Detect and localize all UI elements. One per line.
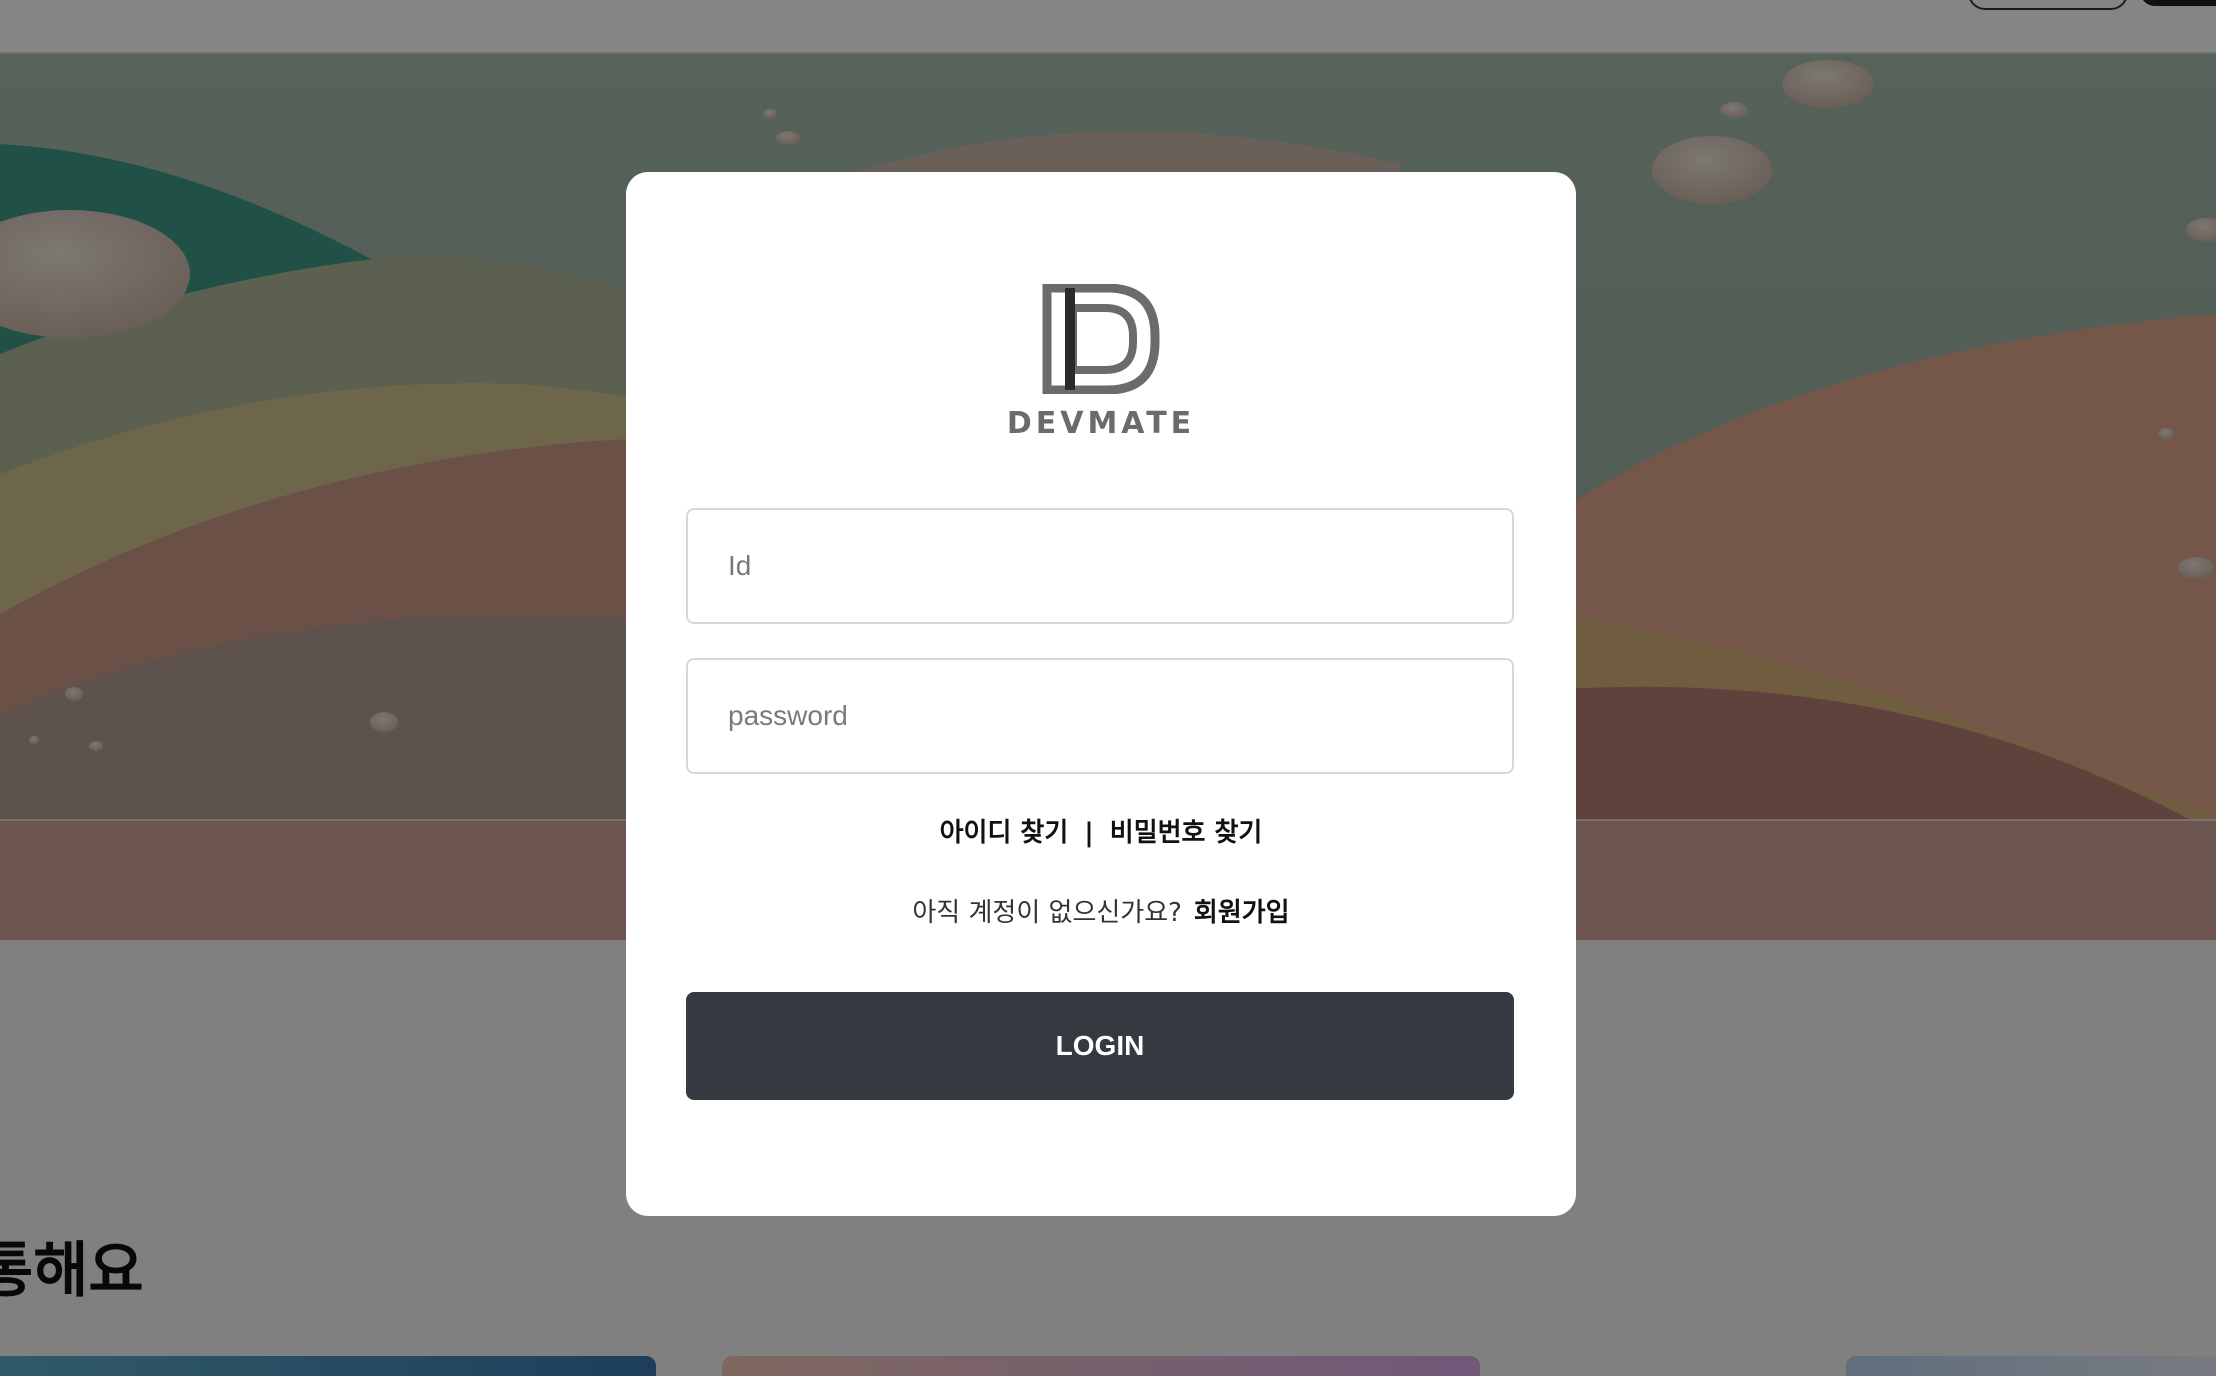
signup-link[interactable]: 회원가입 [1194,898,1290,928]
devmate-logo-icon [1042,284,1160,394]
no-account-text: 아직 계정이 없으신가요? [912,898,1182,928]
find-account-links: 아이디 찾기 | 비밀번호 찾기 [626,812,1576,849]
logo-wordmark: DEVMATE [1006,406,1196,441]
page: 통해요 DEVMATE 아이디 찾기|비밀번호 찾기 아직 계정이 없으신가요?… [0,0,2216,1376]
link-separator: | [1084,818,1094,848]
password-input[interactable] [686,658,1514,774]
find-password-link[interactable]: 비밀번호 찾기 [1110,818,1263,848]
signup-prompt: 아직 계정이 없으신가요? 회원가입 [626,892,1576,929]
devmate-logo: DEVMATE [626,284,1576,441]
find-id-link[interactable]: 아이디 찾기 [940,818,1069,848]
id-input[interactable] [686,508,1514,624]
login-modal: DEVMATE 아이디 찾기 | 비밀번호 찾기 아직 계정이 없으신가요? 회원가입… [626,172,1576,1216]
login-button[interactable]: LOGIN [686,992,1514,1100]
